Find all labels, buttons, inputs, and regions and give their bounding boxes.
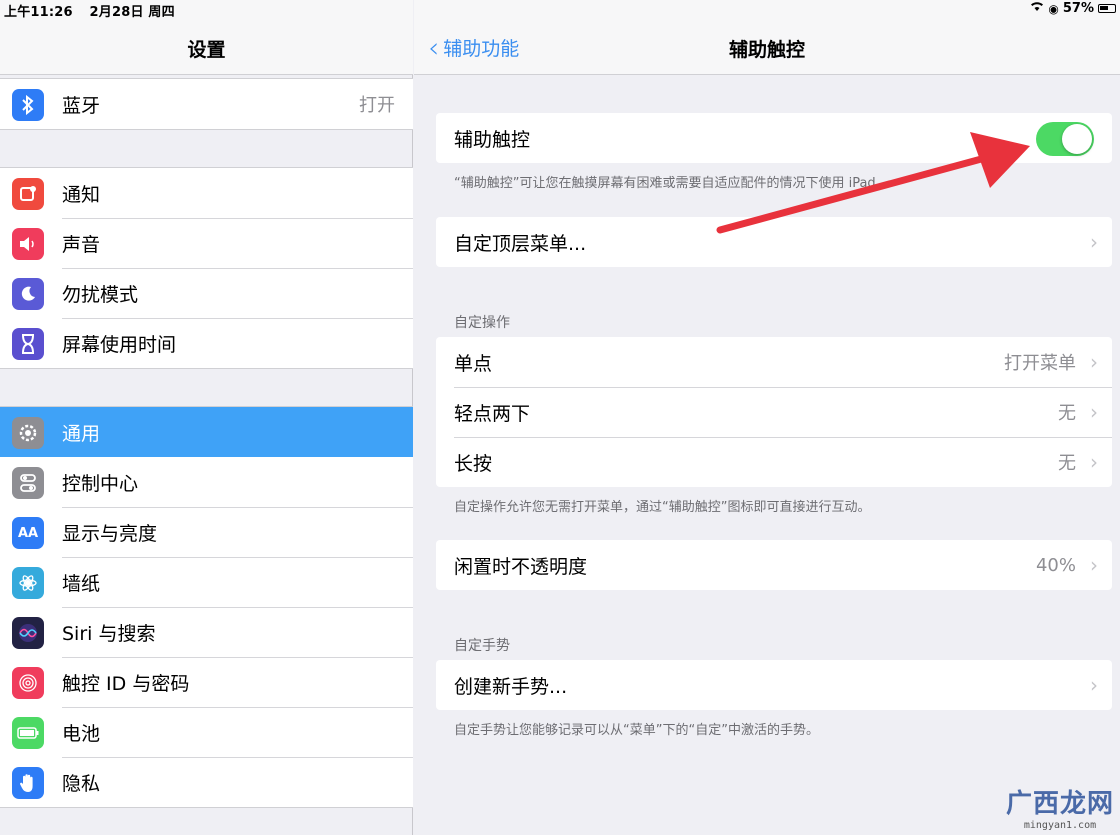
sidebar-group-connectivity: 蓝牙 打开	[0, 78, 413, 130]
sidebar-item-bluetooth[interactable]: 蓝牙 打开	[0, 79, 413, 129]
sidebar-item-do-not-disturb[interactable]: 勿扰模式	[0, 268, 413, 318]
control-center-icon	[12, 467, 44, 499]
sidebar-item-privacy[interactable]: 隐私	[0, 757, 413, 807]
assistive-touch-footnote: “辅助触控”可让您在触摸屏幕有困难或需要自适应配件的情况下使用 iPad。	[454, 176, 889, 191]
sidebar-item-display-brightness[interactable]: AA 显示与亮度	[0, 507, 413, 557]
double-tap-row[interactable]: 轻点两下 无 ›	[436, 387, 1112, 437]
display-brightness-icon: AA	[12, 517, 44, 549]
create-new-gesture-row[interactable]: 创建新手势... ›	[436, 660, 1112, 710]
idle-opacity-card: 闲置时不透明度 40% ›	[436, 540, 1112, 590]
watermark-logo: 广西龙网	[1005, 789, 1114, 819]
sidebar-item-notifications[interactable]: 通知	[0, 168, 413, 218]
watermark: 广西龙网 mingyan1.com	[1006, 783, 1114, 831]
sidebar-item-control-center[interactable]: 控制中心	[0, 457, 413, 507]
siri-icon	[12, 617, 44, 649]
sidebar-item-screen-time[interactable]: 屏幕使用时间	[0, 318, 413, 368]
double-tap-value: 无	[1058, 403, 1076, 424]
long-press-row[interactable]: 长按 无 ›	[436, 437, 1112, 487]
custom-actions-footnote: 自定操作允许您无需打开菜单，通过“辅助触控”图标即可直接进行互动。	[454, 500, 871, 515]
chevron-right-icon: ›	[1090, 350, 1098, 374]
chevron-right-icon: ›	[1090, 400, 1098, 424]
assistive-touch-detail: ‹ 辅助功能 辅助触控 辅助触控 “辅助触控”可让您在触摸屏幕有困难或需要自适应…	[414, 0, 1120, 835]
privacy-hand-icon	[12, 767, 44, 799]
idle-opacity-value: 40%	[1035, 554, 1076, 576]
bluetooth-status: 打开	[359, 95, 395, 116]
top-menu-card: 自定顶层菜单... ›	[436, 217, 1112, 267]
battery-icon	[12, 717, 44, 749]
battery-status-icon	[1098, 4, 1116, 13]
single-tap-value: 打开菜单	[1004, 353, 1076, 374]
chevron-right-icon: ›	[1090, 553, 1098, 577]
custom-actions-card: 单点 打开菜单 › 轻点两下 无 › 长按 无 ›	[436, 337, 1112, 487]
toggle-knob	[1062, 124, 1092, 154]
custom-gestures-footnote: 自定手势让您能够记录可以从“菜单”下的“自定”中激活的手势。	[454, 723, 819, 738]
bluetooth-icon	[12, 89, 44, 121]
custom-gestures-header: 自定手势	[454, 638, 510, 654]
long-press-value: 无	[1058, 453, 1076, 474]
sounds-icon	[12, 228, 44, 260]
idle-opacity-row[interactable]: 闲置时不透明度 40% ›	[436, 540, 1112, 590]
chevron-right-icon: ›	[1090, 450, 1098, 474]
status-bar: 上午11:26 2月28日 周四 ◉ 57%	[0, 0, 1120, 20]
sidebar-item-wallpaper[interactable]: 墙纸	[0, 557, 413, 607]
sidebar-item-sounds[interactable]: 声音	[0, 218, 413, 268]
sidebar-item-touch-id-passcode[interactable]: 触控 ID 与密码	[0, 657, 413, 707]
battery-percent: 57%	[1062, 1, 1094, 16]
do-not-disturb-icon	[12, 278, 44, 310]
settings-sidebar: 设置 蓝牙 打开 通知 声音 勿扰模式 屏幕使用时间 通用 控制中心 AA 显示…	[0, 0, 413, 835]
chevron-right-icon: ›	[1090, 230, 1098, 254]
custom-actions-header: 自定操作	[454, 315, 510, 331]
sidebar-item-general[interactable]: 通用	[0, 407, 413, 457]
assistive-touch-row: 辅助触控	[436, 113, 1112, 163]
custom-gestures-card: 创建新手势... ›	[436, 660, 1112, 710]
assistive-touch-card: 辅助触控	[436, 113, 1112, 163]
status-time: 上午11:26	[4, 5, 73, 20]
wallpaper-icon	[12, 567, 44, 599]
sidebar-item-siri-search[interactable]: Siri 与搜索	[0, 607, 413, 657]
sidebar-group-general: 通用 控制中心 AA 显示与亮度 墙纸 Siri 与搜索 触控 ID 与密码 电…	[0, 406, 413, 808]
sidebar-title: 设置	[187, 39, 226, 61]
location-icon: ◉	[1048, 1, 1059, 16]
status-date: 2月28日 周四	[89, 5, 175, 20]
sidebar-group-notifications: 通知 声音 勿扰模式 屏幕使用时间	[0, 167, 413, 369]
general-gear-icon	[12, 417, 44, 449]
notifications-icon	[12, 178, 44, 210]
watermark-url: mingyan1.com	[1023, 820, 1097, 831]
single-tap-row[interactable]: 单点 打开菜单 ›	[436, 337, 1112, 387]
assistive-touch-toggle[interactable]	[1036, 122, 1094, 156]
wifi-icon	[1030, 1, 1044, 16]
page-title: 辅助触控	[728, 39, 805, 61]
sidebar-item-battery[interactable]: 电池	[0, 707, 413, 757]
touch-id-icon	[12, 667, 44, 699]
chevron-right-icon: ›	[1090, 673, 1098, 697]
customize-top-menu-row[interactable]: 自定顶层菜单... ›	[436, 217, 1112, 267]
screen-time-icon	[12, 328, 44, 360]
